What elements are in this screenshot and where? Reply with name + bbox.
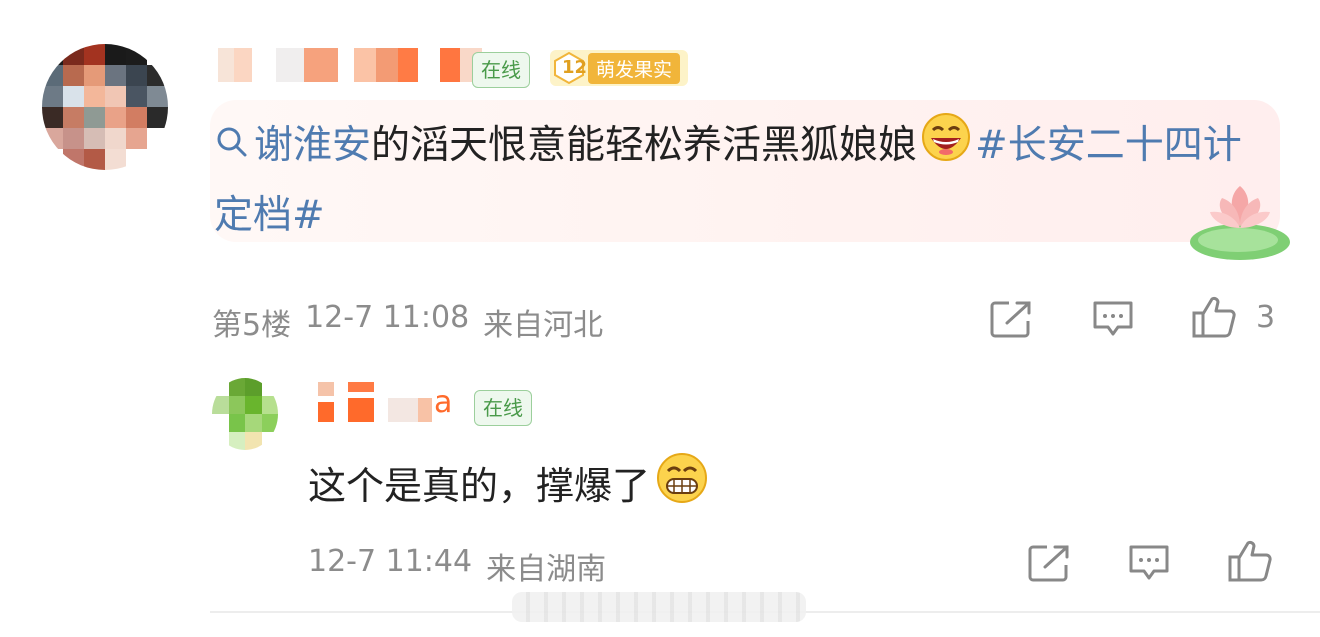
comment-icon: [1129, 545, 1169, 580]
thumbs-up-icon: [1228, 540, 1272, 582]
like-button[interactable]: [1190, 294, 1238, 340]
search-topic-link[interactable]: 谢淮安: [254, 123, 371, 168]
replier-name-suffix: a: [434, 384, 453, 420]
laughing-emoji-icon: [921, 112, 971, 183]
reply-date: 12-7 11:44: [308, 544, 473, 579]
reply-location: 来自湖南: [486, 552, 607, 587]
reply-meta: 12-7 11:44 来自湖南: [308, 544, 606, 588]
online-badge: 在线: [474, 390, 532, 426]
comment-text: 谢淮安的滔天恨意能轻松养活黑狐娘娘 #长安二十四计定档#: [214, 112, 1254, 249]
reply-share-button[interactable]: [1026, 542, 1072, 584]
floor-number: 第5楼: [212, 308, 292, 343]
share-button[interactable]: [988, 298, 1034, 340]
comment-body: 的滔天恨意能轻松养活黑狐娘娘: [371, 123, 918, 168]
reply-like-button[interactable]: [1226, 538, 1274, 584]
replier-avatar[interactable]: [212, 378, 278, 450]
level-label: 萌发果实: [588, 52, 681, 84]
search-icon[interactable]: [214, 115, 250, 181]
reply-comment-button[interactable]: [1126, 542, 1172, 584]
comment-icon: [1093, 301, 1133, 336]
reply-body: 这个是真的，撑爆了: [308, 464, 651, 508]
level-number-text: 12: [562, 57, 588, 78]
like-count: 3: [1256, 300, 1276, 335]
online-badge: 在线: [472, 52, 530, 88]
replier-username[interactable]: a: [310, 382, 452, 422]
grinning-emoji-icon: [656, 452, 708, 513]
comment-meta: 第5楼 12-7 11:08 来自河北: [212, 300, 603, 344]
thumbs-up-icon: [1192, 296, 1236, 338]
comment-date: 12-7 11:08: [305, 300, 470, 335]
reply-text: 这个是真的，撑爆了: [308, 452, 708, 513]
comment-location: 来自河北: [483, 308, 604, 343]
commenter-username[interactable]: [218, 48, 492, 82]
commenter-avatar[interactable]: [42, 44, 168, 170]
share-icon: [1028, 545, 1069, 582]
reply-button[interactable]: [1090, 298, 1136, 340]
watermark-pixelated: [512, 592, 806, 622]
level-badge[interactable]: 12 萌发果实: [550, 50, 689, 86]
share-icon: [990, 301, 1031, 338]
